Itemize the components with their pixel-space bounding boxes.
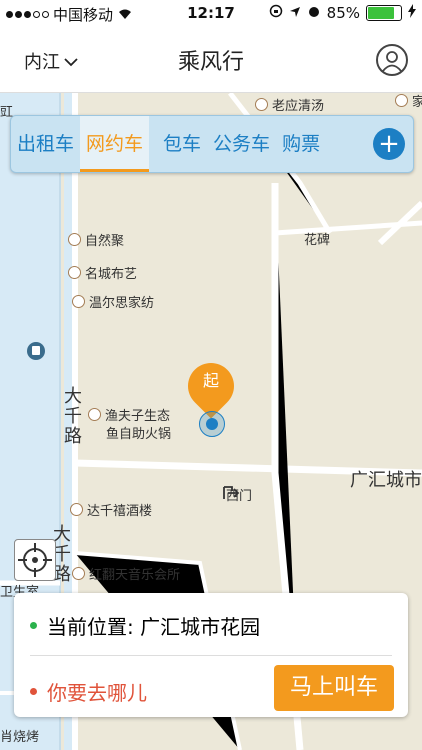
poi-yufuzi: 渔夫子生态 — [88, 405, 170, 424]
tab-tickets[interactable]: 购票 — [276, 116, 326, 172]
page-title: 乘风行 — [177, 50, 244, 75]
poi-label: 豇 — [0, 105, 14, 120]
shop-icon — [72, 295, 85, 308]
poi-label: 温尔思家纺 — [89, 296, 155, 311]
tab-charter[interactable]: 包车 — [157, 116, 207, 172]
trip-card: 当前位置: 广汇城市花园 你要去哪儿 马上叫车 — [14, 593, 408, 717]
poi-ximen: 西门 — [222, 485, 252, 504]
start-pin-label: 起 — [202, 371, 219, 390]
road-label-daqian-1: 大千路 — [64, 386, 82, 447]
restaurant-icon — [395, 94, 408, 107]
locate-button[interactable] — [14, 539, 56, 581]
restaurant-icon — [255, 98, 268, 111]
current-location-dot — [206, 418, 218, 430]
current-location-value: 广汇城市花园 — [140, 615, 261, 639]
road-label-guanghui: 广汇城市 — [350, 470, 422, 491]
rotation-lock-icon — [269, 4, 283, 22]
charging-icon — [408, 4, 416, 22]
map-view[interactable]: 出租车 网约车 包车 公务车 购票 + 老应清汤 家 豇 自然聚 名城布艺 温尔… — [0, 93, 422, 750]
poi-yufuzi-2: 鱼自助火锅 — [106, 423, 171, 442]
poi-label: 肖烧烤 — [0, 730, 40, 745]
destination-field[interactable]: 你要去哪儿 — [30, 677, 147, 706]
profile-icon[interactable] — [376, 44, 408, 76]
location-arrow-icon — [289, 4, 301, 22]
poi-daqianxi: 达千禧酒楼 — [70, 500, 152, 519]
poi-hongfantian: 红翻天音乐会所 — [72, 564, 180, 583]
poi-label: 红翻天音乐会所 — [89, 568, 181, 583]
poi-jia: 家 — [395, 93, 422, 110]
poi-huabei: 花碑 — [304, 229, 330, 248]
poi-label: 渔夫子生态 — [105, 409, 171, 424]
service-tabs: 出租车 网约车 包车 公务车 购票 + — [10, 115, 414, 173]
battery-fill — [368, 7, 394, 19]
nav-bar: 内江 乘风行 — [0, 28, 422, 93]
status-bar: 中国移动 12:17 85% — [0, 0, 422, 28]
poi-wenersi: 温尔思家纺 — [72, 292, 154, 311]
poi-ziranju: 自然聚 — [68, 230, 124, 249]
poi-label: 老应清汤 — [272, 99, 325, 114]
current-dot-icon — [30, 622, 37, 629]
restaurant-icon — [88, 408, 101, 421]
poi-xiaoshaokao: 肖烧烤 — [0, 726, 39, 745]
add-service-button[interactable]: + — [373, 128, 405, 160]
poi-label: 花碑 — [304, 233, 331, 248]
poi-label: 自然聚 — [85, 234, 125, 249]
call-car-button[interactable]: 马上叫车 — [274, 665, 394, 711]
destination-placeholder: 你要去哪儿 — [47, 681, 147, 705]
poi-label: 家 — [412, 95, 422, 110]
crosshair-icon — [18, 543, 52, 577]
bus-stop-icon — [27, 342, 45, 360]
poi-mingcheng: 名城布艺 — [68, 263, 137, 282]
battery-percent: 85% — [326, 4, 360, 22]
shop-icon — [68, 266, 81, 279]
destination-dot-icon — [30, 688, 37, 695]
poi-label: 名城布艺 — [85, 267, 138, 282]
tab-taxi[interactable]: 出租车 — [11, 116, 80, 172]
restaurant-icon — [68, 233, 81, 246]
poi-label: 达千禧酒楼 — [87, 504, 153, 519]
poi-label: 鱼自助火锅 — [106, 427, 172, 442]
music-icon — [72, 567, 85, 580]
current-location-prefix: 当前位置: — [47, 615, 141, 639]
poi-edge: 豇 — [0, 101, 13, 120]
poi-laoying: 老应清汤 — [255, 95, 324, 114]
tab-ride-hailing[interactable]: 网约车 — [80, 116, 150, 172]
current-location-row[interactable]: 当前位置: 广汇城市花园 — [30, 611, 260, 640]
status-right: 85% — [269, 4, 416, 22]
restaurant-icon — [70, 503, 83, 516]
battery-icon — [366, 5, 402, 21]
tab-official-car[interactable]: 公务车 — [207, 116, 276, 172]
alarm-icon — [307, 4, 321, 22]
card-divider — [30, 655, 392, 656]
